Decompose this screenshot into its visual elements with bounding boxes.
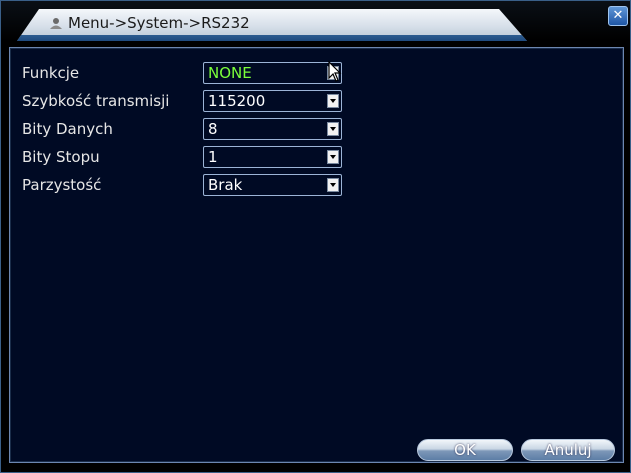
select-funkcje[interactable]: NONE — [203, 62, 342, 84]
label-baud-rate: Szybkość transmisji — [22, 92, 170, 110]
row-stop-bits: Bity Stopu 1 — [1, 146, 361, 170]
close-button[interactable]: ✕ — [608, 6, 628, 26]
label-parity: Parzystość — [22, 176, 102, 194]
chevron-down-icon[interactable] — [327, 150, 339, 164]
select-parity[interactable]: Brak — [203, 174, 342, 196]
chevron-down-icon[interactable] — [327, 66, 339, 80]
cancel-button[interactable]: Anuluj — [521, 439, 615, 461]
chevron-down-icon[interactable] — [327, 178, 339, 192]
label-stop-bits: Bity Stopu — [22, 148, 100, 166]
select-stop-bits-value: 1 — [208, 148, 218, 166]
select-stop-bits[interactable]: 1 — [203, 146, 342, 168]
row-data-bits: Bity Danych 8 — [1, 118, 361, 142]
window-title: Menu->System->RS232 — [68, 14, 250, 32]
select-baud-rate[interactable]: 115200 — [203, 90, 342, 112]
chevron-down-icon[interactable] — [327, 122, 339, 136]
row-parity: Parzystość Brak — [1, 174, 361, 198]
label-funkcje: Funkcje — [22, 64, 80, 82]
label-data-bits: Bity Danych — [22, 120, 113, 138]
close-icon: ✕ — [612, 8, 624, 23]
title-area: Menu->System->RS232 — [49, 12, 250, 34]
select-data-bits[interactable]: 8 — [203, 118, 342, 140]
select-parity-value: Brak — [208, 176, 243, 194]
user-icon — [50, 18, 62, 29]
select-baud-rate-value: 115200 — [208, 92, 266, 110]
select-data-bits-value: 8 — [208, 120, 218, 138]
row-baud-rate: Szybkość transmisji 115200 — [1, 90, 361, 114]
ok-button[interactable]: OK — [417, 439, 513, 461]
row-funkcje: Funkcje NONE — [1, 62, 361, 86]
chevron-down-icon[interactable] — [327, 94, 339, 108]
rs232-dialog: Menu->System->RS232 ✕ Funkcje NONE Szybk… — [0, 0, 631, 473]
title-bar: Menu->System->RS232 ✕ — [1, 1, 630, 41]
select-funkcje-value: NONE — [208, 64, 252, 82]
